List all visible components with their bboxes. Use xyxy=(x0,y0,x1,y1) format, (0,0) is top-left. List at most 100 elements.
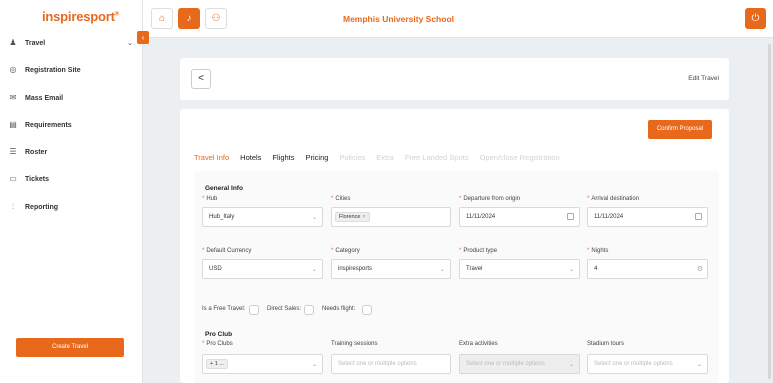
training-placeholder: Select one or multiple options xyxy=(338,361,417,367)
hub-select[interactable]: Hub_Italy ⌄ xyxy=(202,207,323,227)
tab-pricing[interactable]: Pricing xyxy=(306,153,329,162)
pro-clubs-more-tag: + 1 ... xyxy=(206,359,228,369)
header-title: Edit Travel xyxy=(688,75,719,82)
stadium-tours-label: Stadium tours xyxy=(587,341,625,347)
logout-icon: ⏻ xyxy=(751,13,760,24)
chevron-down-icon: ⌄ xyxy=(311,215,317,221)
sidebar-item-reporting[interactable]: ⫶ Reporting xyxy=(0,197,143,217)
remove-tag-icon[interactable]: × xyxy=(362,214,365,220)
chevron-left-icon: ‹ xyxy=(141,33,145,42)
free-travel-checkbox[interactable] xyxy=(249,305,259,315)
stadium-tours-placeholder: Select one or multiple options xyxy=(594,361,673,367)
tab-flights[interactable]: Flights xyxy=(272,153,294,162)
pro-club-title: Pro Club xyxy=(205,331,233,338)
departure-label: * Departure from origin xyxy=(459,196,521,202)
currency-select[interactable]: USD ⌄ xyxy=(202,259,323,279)
tab-free-landed-spots: Free Landed Spots xyxy=(404,152,469,162)
direct-sales-label: Direct Sales: xyxy=(267,306,302,312)
hub-value: Hub_Italy xyxy=(209,214,235,220)
product-type-select[interactable]: Travel ⌄ xyxy=(459,259,580,279)
chevron-down-icon: ⌄ xyxy=(311,267,317,273)
create-travel-button[interactable]: Create Travel xyxy=(16,338,124,357)
training-label: Training sessions xyxy=(331,341,378,347)
training-select[interactable]: Select one or multiple options xyxy=(331,354,451,374)
cities-select[interactable]: Florence × xyxy=(331,207,451,227)
confirm-proposal-button[interactable]: Confirm Proposal xyxy=(648,120,712,139)
chevron-left-icon: < xyxy=(198,73,204,84)
sidebar-item-travel[interactable]: ♟ Travel ⌄ xyxy=(0,33,143,53)
top-bar xyxy=(143,0,773,38)
tab-travel-info[interactable]: Travel Info xyxy=(194,153,229,162)
collapse-sidebar-button[interactable]: ‹ xyxy=(137,31,149,44)
home-button[interactable]: ⌂ xyxy=(151,8,173,29)
extra-activities-label: Extra activities xyxy=(459,341,498,347)
product-type-value: Travel xyxy=(466,266,483,272)
users-button[interactable]: ⚇ xyxy=(205,8,227,29)
category-select[interactable]: inspiresports ⌄ xyxy=(331,259,451,279)
nights-label: * Nights xyxy=(587,248,609,254)
tab-policies: Policies xyxy=(339,152,366,162)
stadium-tours-select[interactable]: Select one or multiple options ⌄ xyxy=(587,354,708,374)
direct-sales-checkbox[interactable] xyxy=(304,305,314,315)
page-title: Memphis University School xyxy=(343,14,454,24)
travel-info-form: General Info * Hub Hub_Italy ⌄ * Cities Fl… xyxy=(194,171,719,383)
people-icon: ⚇ xyxy=(211,13,221,24)
app-logo[interactable]: inspiresport® xyxy=(42,9,119,24)
needs-flight-checkbox[interactable] xyxy=(362,305,372,315)
tab-hotels[interactable]: Hotels xyxy=(240,153,261,162)
chevron-down-icon[interactable]: ⌄ xyxy=(127,39,133,47)
category-value: inspiresports xyxy=(338,266,373,272)
extra-activities-placeholder: Select one or multiple options xyxy=(466,361,545,367)
ticket-icon: ▭ xyxy=(9,174,17,183)
notifications-button[interactable]: ♪ xyxy=(178,8,200,29)
nights-input[interactable]: 4 ⚙ xyxy=(587,259,708,279)
general-info-title: General Info xyxy=(205,185,243,192)
logout-button[interactable]: ⏻ xyxy=(745,8,766,29)
free-travel-label: Is a Free Travel: xyxy=(202,306,246,312)
tab-extra: Extra xyxy=(376,152,394,162)
sidebar-item-roster[interactable]: ☰ Roster xyxy=(0,142,143,162)
currency-value: USD xyxy=(209,266,222,272)
sidebar-item-registration-site[interactable]: ◎ Registration Site xyxy=(0,60,143,80)
sidebar-item-mass-email[interactable]: ✉ Mass Email xyxy=(0,88,143,108)
chevron-down-icon: ⌄ xyxy=(439,267,445,273)
sidebar: inspiresport® ♟ Travel ⌄ ◎ Registration … xyxy=(0,0,143,383)
extra-activities-select: Select one or multiple options ⌄ xyxy=(459,354,580,374)
departure-date-input[interactable]: 11/11/2024 xyxy=(459,207,580,227)
category-label: * Category xyxy=(331,248,360,254)
pro-clubs-label: * Pro Clubs xyxy=(202,341,233,347)
document-icon: ▤ xyxy=(9,120,17,129)
back-button[interactable]: < xyxy=(191,69,211,89)
arrival-value: 11/11/2024 xyxy=(594,214,624,220)
calendar-icon xyxy=(695,213,702,220)
sidebar-item-tickets[interactable]: ▭ Tickets xyxy=(0,169,143,189)
chevron-down-icon: ⌄ xyxy=(696,362,702,368)
nights-value: 4 xyxy=(594,266,598,272)
chevron-down-icon: ⌄ xyxy=(568,362,574,368)
arrival-label: * Arrival destination xyxy=(587,196,640,202)
needs-flight-label: Needs flight: xyxy=(322,306,356,312)
mail-icon: ✉ xyxy=(9,93,17,102)
bell-icon: ♪ xyxy=(186,13,192,24)
page-scrollbar[interactable] xyxy=(768,44,771,379)
currency-label: * Default Currency xyxy=(202,248,252,254)
main-card: Confirm Proposal Travel Info Hotels Flig… xyxy=(180,109,729,383)
gear-icon: ⚙ xyxy=(696,266,703,273)
list-icon: ☰ xyxy=(9,147,17,156)
hub-label: * Hub xyxy=(202,196,218,202)
pro-clubs-select[interactable]: + 1 ... ⌄ xyxy=(202,354,323,374)
city-tag: Florence × xyxy=(335,212,370,222)
calendar-icon xyxy=(567,213,574,220)
arrival-date-input[interactable]: 11/11/2024 xyxy=(587,207,708,227)
tab-open-close-registration: Open/close Registration xyxy=(479,152,560,162)
chevron-down-icon: ⌄ xyxy=(568,267,574,273)
cities-label: * Cities xyxy=(331,196,351,202)
home-icon: ⌂ xyxy=(158,13,166,24)
product-type-label: * Product type xyxy=(459,248,498,254)
sidebar-item-requirements[interactable]: ▤ Requirements xyxy=(0,115,143,135)
tab-bar: Travel Info Hotels Flights Pricing Polic… xyxy=(194,148,571,166)
pin-icon: ♟ xyxy=(9,38,17,47)
header-card: < Edit Travel xyxy=(180,58,729,100)
chart-icon: ⫶ xyxy=(12,202,14,211)
globe-icon: ◎ xyxy=(9,65,17,74)
